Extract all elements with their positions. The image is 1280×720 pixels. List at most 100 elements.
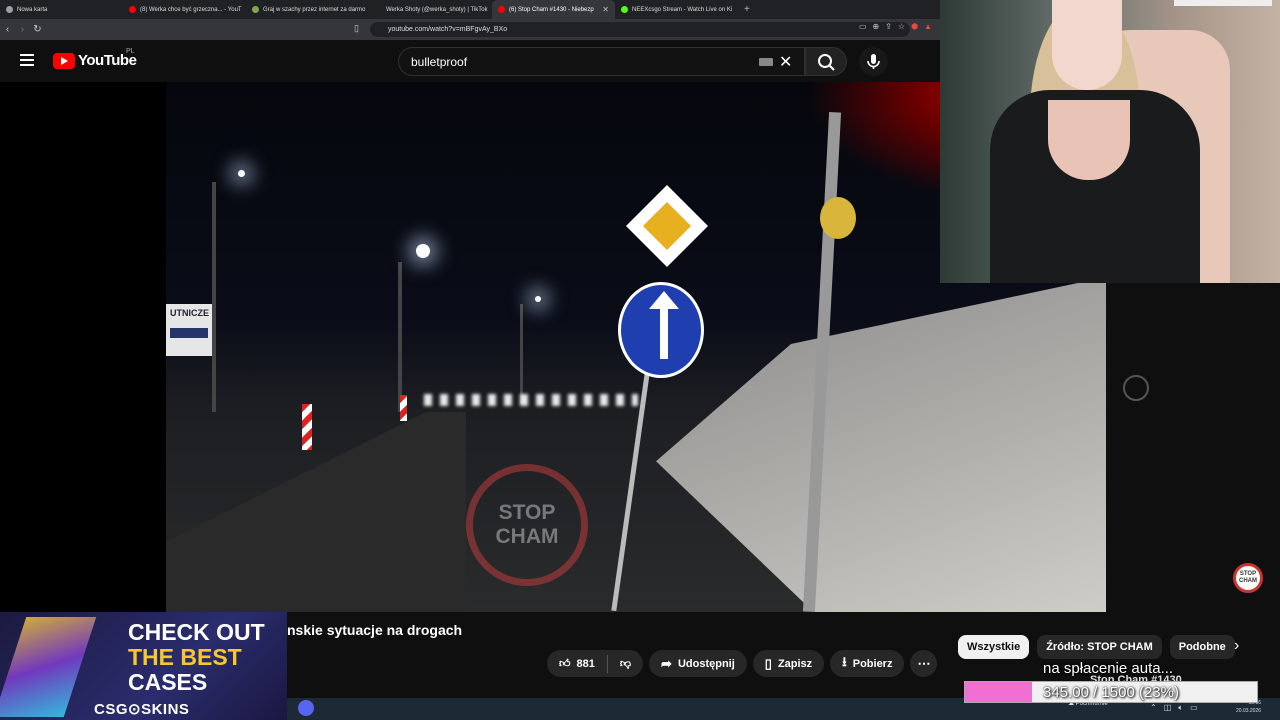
goal-title: na spłacenie auta... [1043,660,1174,677]
ad-line-2: THE BEST [128,644,242,670]
network-icon[interactable]: ◫ [1164,703,1172,713]
volume-icon[interactable]: 🔈︎ [1178,703,1183,713]
share-arrow-icon: ➦ [661,655,672,671]
streamer-face [1052,0,1122,90]
youtube-header: YouTube PL bulletproof ✕ [0,40,940,82]
reload-icon[interactable]: ↻ [30,24,45,35]
dislike-button[interactable]: 👎︎ [608,657,643,670]
ad-line-3: CASES [128,669,208,695]
region-label: PL [126,48,135,55]
badge-text-bottom: CHAM [1239,578,1257,584]
share-label: Udostępnij [677,657,735,670]
street-lamp [416,244,430,258]
street-lamp-pole [520,304,523,404]
more-actions-button[interactable]: ⋯ [910,650,938,677]
donation-goal-bar: 345.00 / 1500 (23%) [964,681,1258,703]
small-round-sign [820,197,856,239]
tab-tiktok[interactable]: Werka Shoty (@werka_shoty) | TikTok [369,0,492,19]
ad-headline: CHECK OUT THE BEST CASES [128,620,287,695]
ahead-only-sign [618,282,704,378]
share-icon[interactable]: ⇪ [885,22,892,31]
tab-title: (8) Werka chce być grzeczna... - YouT [140,6,242,13]
sign-post [611,372,650,612]
youtube-icon [129,6,136,13]
close-icon[interactable]: ✕ [602,5,609,14]
streamer-neck [1048,100,1130,180]
video-title: nskie sytuacje na drogach [287,622,463,638]
chip-similar[interactable]: Podobne [1169,635,1235,659]
url-text: youtube.com/watch?v=mBFgvAy_BXo [388,26,508,33]
watermark-text-bottom: CHAM [495,525,559,548]
knife-graphic [0,617,97,717]
road-barrier [400,395,407,421]
sign-band [170,328,208,338]
youtube-logo[interactable]: YouTube [53,52,137,69]
more-icon: ⋯ [917,655,931,671]
bookmark-icon: ▯ [764,655,772,671]
priority-road-sign [625,184,709,268]
share-button[interactable]: ➦ Udostępnij [649,650,747,677]
ad-brand: CSG⊙SKINS [94,701,190,718]
chip-source[interactable]: Źródło: STOP CHAM [1037,635,1162,659]
keyboard-icon[interactable] [759,58,773,66]
system-tray: ⌃ ◫ 🔈︎ ▭ [1150,703,1198,713]
search-icon [818,54,835,71]
youtube-icon [498,6,505,13]
sign-text: UTNICZE [170,308,209,318]
tab-kick-stream[interactable]: NEEXcsgo Stream - Watch Live on Ki [615,0,738,19]
recommendation-filters: Wszystkie Źródło: STOP CHAM Podobne [958,635,1235,659]
tab-title: Graj w szachy przez internet za darmo [263,6,366,13]
tab-title: Nowa karta [17,6,48,13]
loading-spinner [1123,375,1149,401]
channel-watermark-badge[interactable]: STOP CHAM [1233,563,1263,593]
arrow-up-icon [649,291,679,359]
watermark-text-top: STOP [498,501,556,524]
like-dislike-group: 👍︎ 881 👎︎ [547,650,644,677]
bookmark-icon[interactable]: ▯ [354,23,359,34]
back-icon[interactable]: ‹ [0,24,15,35]
tab-title: NEEXcsgo Stream - Watch Live on Ki [632,6,733,13]
zoom-icon[interactable]: ⊕ [873,22,880,31]
tab-title: (6) Stop Cham #1430 - Niebezp [509,6,594,13]
forward-icon[interactable]: › [15,24,30,35]
microphone-icon [867,54,880,69]
star-icon[interactable]: ☆ [898,22,905,31]
url-field[interactable]: youtube.com/watch?v=mBFgvAy_BXo [370,22,910,37]
profile-icon[interactable]: ▲ [924,22,932,31]
street-lamp-pole [398,262,402,412]
thumbs-down-icon: 👎︎ [619,658,632,670]
menu-icon[interactable] [20,54,34,66]
address-bar-row: ‹ › ↻ ▯ youtube.com/watch?v=mBFgvAy_BXo … [0,19,940,40]
voice-search-button[interactable] [859,47,888,76]
extension-icon[interactable]: ⬢ [911,22,918,31]
chevron-up-icon[interactable]: ⌃ [1150,703,1157,713]
cast-icon[interactable]: ▭ [859,22,867,31]
picture-frame [1174,0,1272,6]
search-button[interactable] [805,47,847,76]
video-actions: 👍︎ 881 👎︎ ➦ Udostępnij ▯ Zapisz ⭳ Pobierz ⋯ [547,650,938,677]
clear-search-icon[interactable]: ✕ [779,52,792,72]
traffic-headlights [424,394,638,406]
like-button[interactable]: 👍︎ 881 [547,657,607,671]
tab-werka-youtube[interactable]: (8) Werka chce być grzeczna... - YouT [123,0,246,19]
chip-all[interactable]: Wszystkie [958,635,1030,659]
tab-new[interactable]: Nowa karta [0,0,123,19]
new-tab-button[interactable]: + [738,4,756,15]
tiktok-icon [375,6,382,13]
search-value: bulletproof [411,54,468,69]
tab-stop-cham[interactable]: (6) Stop Cham #1430 - Niebezp ✕ [492,0,615,19]
thumbs-up-icon: 👍︎ [559,658,571,670]
save-button[interactable]: ▯ Zapisz [752,650,825,677]
chevron-right-icon[interactable]: › [1234,637,1239,655]
battery-icon[interactable]: ▭ [1190,703,1198,713]
sponsor-ad-banner[interactable]: CHECK OUT THE BEST CASES CSG⊙SKINS [0,612,287,720]
discord-icon[interactable] [298,700,314,716]
search-input[interactable]: bulletproof ✕ [398,47,805,76]
download-button[interactable]: ⭳ Pobierz [830,650,905,677]
clock-date: 20.03.2026 [1236,708,1262,714]
download-label: Pobierz [852,657,893,670]
kick-icon [621,6,628,13]
street-lamp [238,170,245,177]
youtube-play-icon [53,52,75,69]
tab-chess[interactable]: Graj w szachy przez internet za darmo [246,0,369,19]
